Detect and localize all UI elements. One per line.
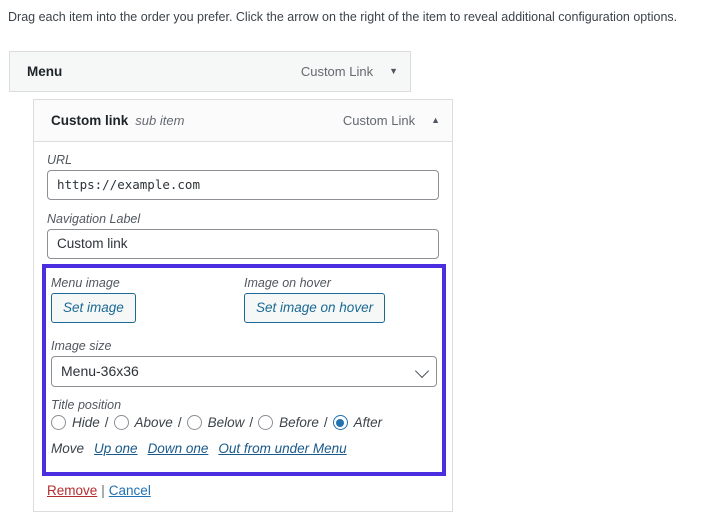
chevron-down-icon bbox=[415, 363, 429, 377]
move-out-from-under-link[interactable]: Out from under Menu bbox=[218, 441, 346, 456]
menu-item-card-title: Custom link bbox=[51, 113, 128, 128]
navigation-label-input[interactable]: Custom link bbox=[47, 229, 439, 259]
image-on-hover-group: Image on hover Set image on hover bbox=[244, 276, 437, 323]
url-label: URL bbox=[47, 153, 439, 167]
menu-item-card-custom-link: Custom link sub item Custom Link ▲ URL h… bbox=[33, 99, 453, 512]
url-field-group: URL https://example.com bbox=[47, 153, 439, 200]
radio-separator: / bbox=[178, 415, 182, 430]
chevron-down-icon[interactable]: ▼ bbox=[389, 67, 398, 76]
set-image-on-hover-button[interactable]: Set image on hover bbox=[244, 293, 385, 323]
image-size-selected-value: Menu-36x36 bbox=[61, 363, 139, 379]
radio-label-above[interactable]: Above bbox=[135, 415, 173, 430]
radio-above[interactable] bbox=[114, 415, 129, 430]
menu-item-card-type-label: Custom Link bbox=[343, 113, 415, 128]
menu-item-card-subtitle: sub item bbox=[135, 113, 343, 128]
radio-label-below[interactable]: Below bbox=[208, 415, 245, 430]
menu-item-card-header[interactable]: Custom link sub item Custom Link ▲ bbox=[34, 100, 452, 142]
menu-image-options-content: Menu image Set image Image on hover Set … bbox=[46, 268, 442, 456]
radio-hide[interactable] bbox=[51, 415, 66, 430]
radio-separator: / bbox=[324, 415, 328, 430]
radio-label-before[interactable]: Before bbox=[279, 415, 319, 430]
image-size-select[interactable]: Menu-36x36 bbox=[51, 356, 437, 387]
image-size-label: Image size bbox=[51, 339, 437, 353]
move-up-one-link[interactable]: Up one bbox=[94, 441, 138, 456]
menu-image-options-highlight: Menu image Set image Image on hover Set … bbox=[42, 264, 446, 476]
menu-image-label: Menu image bbox=[51, 276, 244, 290]
cancel-link[interactable]: Cancel bbox=[109, 483, 151, 498]
navigation-label-label: Navigation Label bbox=[47, 212, 439, 226]
radio-separator: / bbox=[105, 415, 109, 430]
title-position-radio-row: Hide / Above / Below / Before / After bbox=[51, 415, 437, 430]
radio-label-hide[interactable]: Hide bbox=[72, 415, 100, 430]
menu-item-row-menu[interactable]: Menu Custom Link ▼ bbox=[9, 51, 411, 92]
radio-after[interactable] bbox=[333, 415, 348, 430]
menu-item-footer-links: Remove | Cancel bbox=[47, 483, 151, 498]
title-position-label: Title position bbox=[51, 398, 437, 412]
title-position-group: Title position Hide / Above / Below / Be… bbox=[51, 398, 437, 430]
menu-item-type-label: Custom Link bbox=[301, 64, 373, 79]
move-label: Move bbox=[51, 441, 84, 456]
radio-label-after[interactable]: After bbox=[354, 415, 383, 430]
image-on-hover-label: Image on hover bbox=[244, 276, 437, 290]
navigation-label-field-group: Navigation Label Custom link bbox=[47, 212, 439, 259]
chevron-up-icon[interactable]: ▲ bbox=[431, 116, 440, 125]
instructions-text: Drag each item into the order you prefer… bbox=[8, 8, 708, 26]
footer-separator: | bbox=[101, 483, 105, 498]
menu-item-card-body: URL https://example.com Navigation Label… bbox=[34, 142, 452, 259]
menu-image-group: Menu image Set image bbox=[51, 276, 244, 323]
menu-item-title: Menu bbox=[27, 64, 301, 79]
set-image-button[interactable]: Set image bbox=[51, 293, 136, 323]
move-down-one-link[interactable]: Down one bbox=[148, 441, 209, 456]
radio-below[interactable] bbox=[187, 415, 202, 430]
remove-link[interactable]: Remove bbox=[47, 483, 97, 498]
url-input[interactable]: https://example.com bbox=[47, 170, 439, 200]
move-row: Move Up one Down one Out from under Menu bbox=[51, 441, 437, 456]
image-buttons-row: Menu image Set image Image on hover Set … bbox=[51, 276, 437, 323]
image-size-group: Image size Menu-36x36 bbox=[51, 339, 437, 387]
radio-before[interactable] bbox=[258, 415, 273, 430]
radio-separator: / bbox=[249, 415, 253, 430]
